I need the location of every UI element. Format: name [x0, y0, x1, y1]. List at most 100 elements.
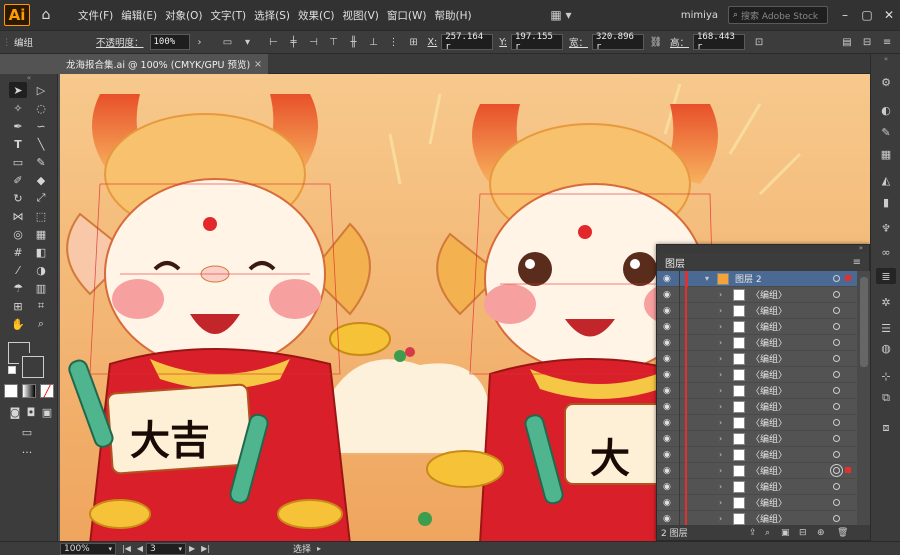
stroke-swatch[interactable]: [19, 353, 47, 381]
visibility-eye-icon[interactable]: ◉: [663, 466, 675, 476]
constrain-proportions-icon[interactable]: ⛓: [648, 34, 664, 50]
selected-indicator[interactable]: [845, 275, 851, 281]
group-row[interactable]: ◉ › 〈编组〉: [657, 287, 857, 303]
group-row[interactable]: ◉ › 〈编组〉: [657, 303, 857, 319]
panel-menu-icon[interactable]: ≡: [853, 257, 861, 268]
target-icon[interactable]: [833, 499, 840, 506]
align-top-icon[interactable]: ⊤: [326, 34, 342, 50]
artboard-dropdown-icon[interactable]: ▾: [179, 545, 183, 553]
hand-tool-icon[interactable]: ✋: [9, 316, 27, 332]
paint-bucket-icon[interactable]: ◭: [878, 172, 894, 188]
target-icon[interactable]: [833, 515, 840, 522]
group-name[interactable]: 〈编组〉: [751, 448, 787, 461]
selected-indicator[interactable]: [845, 467, 851, 473]
visibility-eye-icon[interactable]: ◉: [663, 514, 675, 524]
close-tab-icon[interactable]: ×: [254, 59, 262, 70]
group-row[interactable]: ◉ › 〈编组〉: [657, 447, 857, 463]
group-row[interactable]: ◉ › 〈编组〉: [657, 399, 857, 415]
collapse-panel-icon[interactable]: »: [859, 244, 863, 252]
zoom-tool-icon[interactable]: ⌕: [32, 316, 50, 332]
expand-arrow-icon[interactable]: ›: [719, 306, 722, 315]
isolate-group-icon[interactable]: ▤: [839, 34, 855, 50]
previous-artboard-icon[interactable]: ◀: [137, 544, 143, 553]
target-icon[interactable]: [833, 371, 840, 378]
menu-window[interactable]: 窗口(W): [383, 8, 431, 23]
type-tool-icon[interactable]: T: [9, 136, 27, 152]
perspective-grid-tool-icon[interactable]: ▦: [32, 226, 50, 242]
target-icon[interactable]: [833, 435, 840, 442]
collapse-arrow-icon[interactable]: ▾: [705, 274, 709, 283]
menu-file[interactable]: 文件(F): [74, 8, 117, 23]
group-name[interactable]: 〈编组〉: [751, 464, 787, 477]
target-icon[interactable]: [833, 323, 840, 330]
menu-type[interactable]: 文字(T): [207, 8, 251, 23]
zoom-dropdown-icon[interactable]: ▾: [108, 545, 112, 553]
height-field[interactable]: 168.443 r: [693, 32, 746, 52]
group-name[interactable]: 〈编组〉: [751, 480, 787, 493]
layers-tab[interactable]: 图层 ≡: [657, 253, 869, 271]
expand-arrow-icon[interactable]: ›: [719, 354, 722, 363]
line-tool-icon[interactable]: ╲: [32, 136, 50, 152]
group-row[interactable]: ◉ › 〈编组〉: [657, 335, 857, 351]
group-row[interactable]: ◉ › 〈编组〉: [657, 383, 857, 399]
zoom-field[interactable]: 100% ▾: [60, 542, 116, 555]
slice-tool-icon[interactable]: ⌗: [32, 298, 50, 314]
curvature-tool-icon[interactable]: ∽: [32, 118, 50, 134]
group-name[interactable]: 〈编组〉: [751, 496, 787, 509]
scrollbar-thumb[interactable]: [860, 277, 868, 367]
layer-name[interactable]: 图层 2: [735, 272, 762, 285]
visibility-eye-icon[interactable]: ◉: [663, 322, 675, 332]
collapse-toolbar-icon[interactable]: «: [20, 74, 38, 82]
collapse-dock-icon[interactable]: «: [878, 54, 894, 64]
group-name[interactable]: 〈编组〉: [751, 288, 787, 301]
panel-title-bar[interactable]: »: [657, 244, 869, 253]
layer-row[interactable]: ◉ ▾ 图层 2: [657, 271, 857, 287]
panel-menu-icon[interactable]: ⊟: [859, 34, 875, 50]
opacity-label[interactable]: 不透明度：: [96, 35, 144, 49]
color-panel-icon[interactable]: ◐: [878, 102, 894, 118]
screen-mode-icon[interactable]: ▭: [18, 424, 36, 440]
target-icon[interactable]: [833, 387, 840, 394]
expand-arrow-icon[interactable]: ›: [719, 418, 722, 427]
expand-arrow-icon[interactable]: ›: [719, 322, 722, 331]
expand-arrow-icon[interactable]: ›: [719, 290, 722, 299]
group-name[interactable]: 〈编组〉: [751, 336, 787, 349]
pen-tool-icon[interactable]: ✒: [9, 118, 27, 134]
draw-inside-icon[interactable]: ▣: [38, 404, 56, 420]
control-options-icon[interactable]: ≡: [879, 34, 895, 50]
align-bottom-icon[interactable]: ⊥: [366, 34, 382, 50]
visibility-eye-icon[interactable]: ◉: [663, 450, 675, 460]
x-field[interactable]: 257.164 r: [441, 32, 494, 52]
rotate-tool-icon[interactable]: ↻: [9, 190, 27, 206]
transform-icon[interactable]: ⊞: [406, 34, 422, 50]
home-icon[interactable]: ⌂: [36, 5, 56, 25]
none-swatch-icon[interactable]: ╱: [40, 384, 54, 398]
first-artboard-icon[interactable]: |◀: [122, 544, 131, 553]
group-name[interactable]: 〈编组〉: [751, 304, 787, 317]
group-name[interactable]: 〈编组〉: [751, 320, 787, 333]
locate-object-icon[interactable]: ⌕: [765, 528, 770, 538]
target-icon[interactable]: [833, 419, 840, 426]
visibility-eye-icon[interactable]: ◉: [663, 370, 675, 380]
menu-object[interactable]: 对象(O): [161, 8, 206, 23]
artboard-tool-icon[interactable]: ⊞: [9, 298, 27, 314]
expand-arrow-icon[interactable]: ›: [719, 370, 722, 379]
group-name[interactable]: 〈编组〉: [751, 368, 787, 381]
menu-view[interactable]: 视图(V): [339, 8, 383, 23]
visibility-eye-icon[interactable]: ◉: [663, 482, 675, 492]
group-row-selected[interactable]: ◉ › 〈编组〉: [657, 463, 857, 479]
align-to-icon[interactable]: ▾: [240, 34, 256, 50]
minimize-icon[interactable]: –: [834, 0, 856, 30]
expand-arrow-icon[interactable]: ›: [719, 450, 722, 459]
free-transform-tool-icon[interactable]: ⬚: [32, 208, 50, 224]
expand-arrow-icon[interactable]: ›: [719, 466, 722, 475]
selection-tool-icon[interactable]: ➤: [9, 82, 27, 98]
mesh-tool-icon[interactable]: #: [9, 244, 27, 260]
arrange-documents-icon[interactable]: ▦ ▾: [541, 5, 581, 25]
align-vcenter-icon[interactable]: ╫: [346, 34, 362, 50]
visibility-eye-icon[interactable]: ◉: [663, 386, 675, 396]
symbol-sprayer-tool-icon[interactable]: ☂: [9, 280, 27, 296]
brushes-icon[interactable]: ✎: [878, 124, 894, 140]
group-name[interactable]: 〈编组〉: [751, 432, 787, 445]
target-icon[interactable]: [833, 403, 840, 410]
